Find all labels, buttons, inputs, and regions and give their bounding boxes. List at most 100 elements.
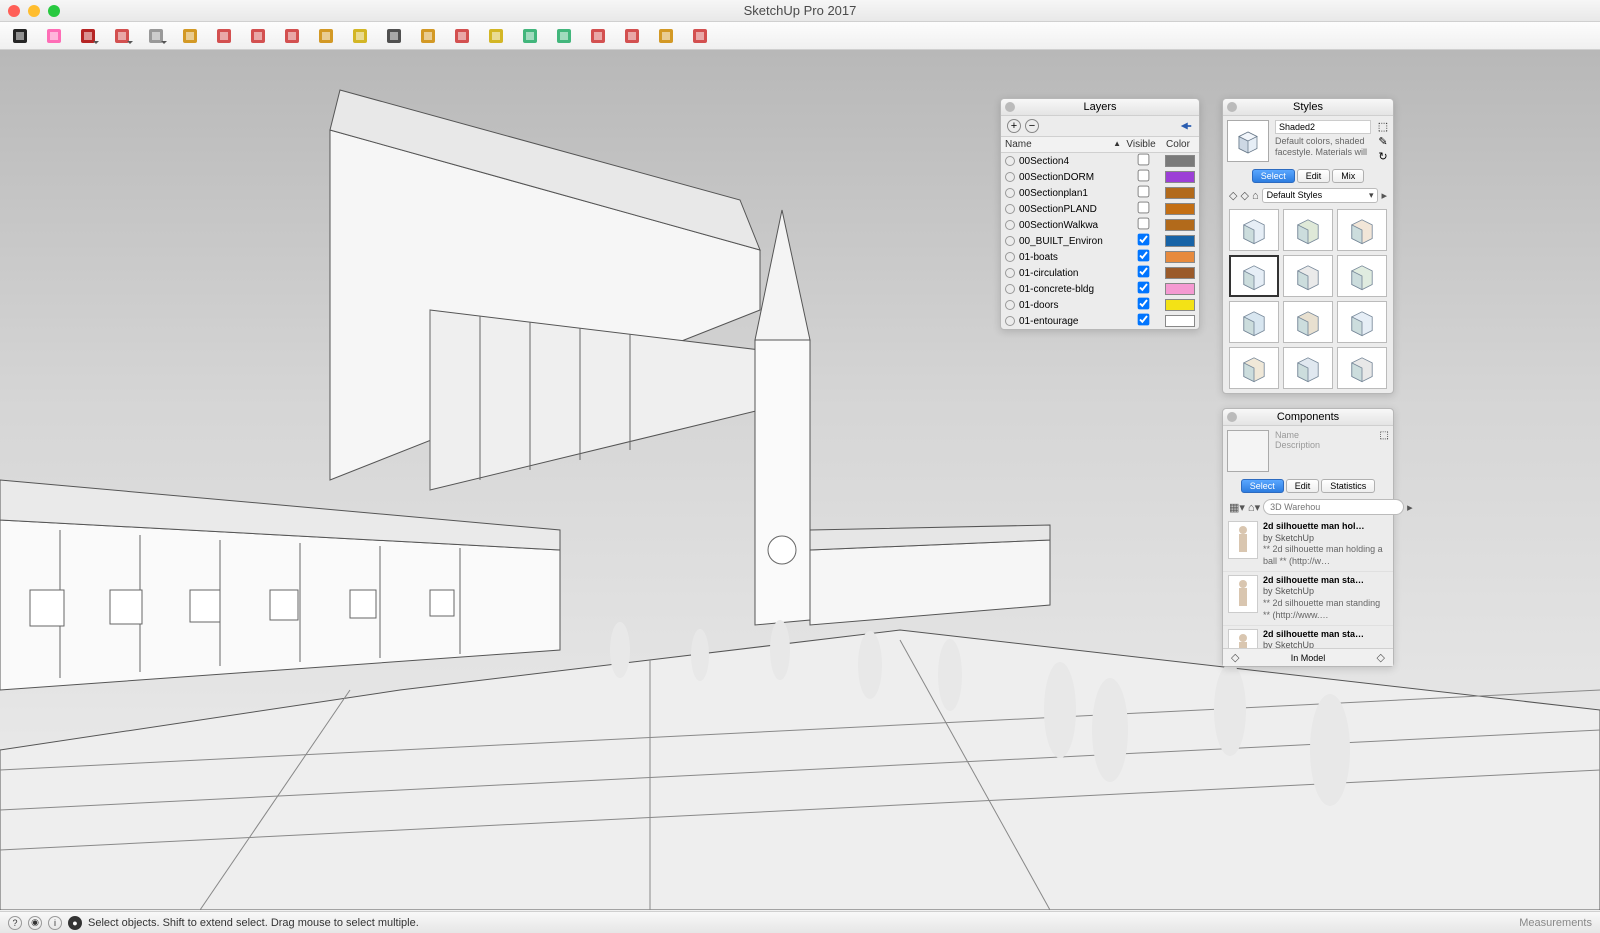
- layer-visible-checkbox[interactable]: [1137, 234, 1149, 246]
- styles-panel-title[interactable]: Styles: [1223, 99, 1393, 116]
- layer-radio[interactable]: [1005, 300, 1015, 310]
- layer-radio[interactable]: [1005, 204, 1015, 214]
- style-thumb[interactable]: [1229, 301, 1279, 343]
- layer-color-swatch[interactable]: [1165, 267, 1195, 279]
- styles-tab-select[interactable]: Select: [1252, 169, 1295, 183]
- layer-name[interactable]: 00SectionPLAND: [1019, 204, 1123, 215]
- layer-row[interactable]: 00SectionPLAND: [1001, 201, 1199, 217]
- layer-name[interactable]: 00_BUILT_Environ: [1019, 236, 1123, 247]
- layer-color-swatch[interactable]: [1165, 219, 1195, 231]
- style-thumb[interactable]: [1337, 255, 1387, 297]
- style-thumb[interactable]: [1283, 209, 1333, 251]
- layer-visible-checkbox[interactable]: [1137, 218, 1149, 230]
- geo-icon[interactable]: ●: [68, 916, 82, 930]
- style-new-icon[interactable]: ✎: [1377, 135, 1389, 147]
- comp-next-icon[interactable]: ◇: [1377, 651, 1385, 664]
- layer-radio[interactable]: [1005, 236, 1015, 246]
- layer-radio[interactable]: [1005, 188, 1015, 198]
- layer-color-swatch[interactable]: [1165, 251, 1195, 263]
- style-update-icon[interactable]: ⬚: [1377, 120, 1389, 132]
- layer-radio[interactable]: [1005, 172, 1015, 182]
- layer-visible-checkbox[interactable]: [1137, 266, 1149, 278]
- comp-prev-icon[interactable]: ◇: [1231, 651, 1239, 664]
- comp-view-icon[interactable]: ▦▾: [1229, 501, 1245, 514]
- extension-mgr-tool[interactable]: [688, 24, 712, 48]
- components-tab-select[interactable]: Select: [1241, 479, 1284, 493]
- layer-visible-checkbox[interactable]: [1137, 250, 1149, 262]
- paint-tool[interactable]: [416, 24, 440, 48]
- style-thumb[interactable]: [1283, 301, 1333, 343]
- layer-name[interactable]: 00SectionWalkwa: [1019, 220, 1123, 231]
- user-icon[interactable]: ◉: [28, 916, 42, 930]
- select-tool[interactable]: [8, 24, 32, 48]
- panel-close-icon[interactable]: [1227, 102, 1237, 112]
- pan-tool[interactable]: [484, 24, 508, 48]
- add-layer-button[interactable]: +: [1007, 119, 1021, 133]
- layer-name[interactable]: 01-concrete-bldg: [1019, 284, 1123, 295]
- layers-panel-title[interactable]: Layers: [1001, 99, 1199, 116]
- rectangle-tool[interactable]: [144, 24, 168, 48]
- zoom-extents-tool[interactable]: [552, 24, 576, 48]
- layers-panel[interactable]: Layers + − Name ▲ Visible Color 00Sectio…: [1000, 98, 1200, 330]
- warehouse-tool[interactable]: [586, 24, 610, 48]
- style-thumb[interactable]: [1229, 255, 1279, 297]
- layers-col-visible[interactable]: Visible: [1121, 139, 1161, 150]
- style-menu-icon[interactable]: ▸: [1381, 189, 1387, 202]
- layer-color-swatch[interactable]: [1165, 187, 1195, 199]
- layer-row[interactable]: 01-boats: [1001, 249, 1199, 265]
- layer-color-swatch[interactable]: [1165, 315, 1195, 327]
- layer-color-swatch[interactable]: [1165, 171, 1195, 183]
- layer-color-swatch[interactable]: [1165, 299, 1195, 311]
- layer-row[interactable]: 00_BUILT_Environ: [1001, 233, 1199, 249]
- layer-radio[interactable]: [1005, 284, 1015, 294]
- home-icon[interactable]: ⌂: [1252, 190, 1259, 202]
- rotate-tool[interactable]: [280, 24, 304, 48]
- component-item[interactable]: 2d silhouette man hol…by SketchUp** 2d s…: [1223, 518, 1393, 572]
- layer-row[interactable]: 00Section4: [1001, 153, 1199, 169]
- layer-visible-checkbox[interactable]: [1137, 154, 1149, 166]
- style-thumb[interactable]: [1283, 255, 1333, 297]
- style-thumb[interactable]: [1229, 347, 1279, 389]
- nav-back-icon[interactable]: ◇: [1229, 189, 1237, 202]
- style-collection-select[interactable]: Default Styles: [1262, 188, 1379, 203]
- style-thumb[interactable]: [1283, 347, 1333, 389]
- layer-radio[interactable]: [1005, 220, 1015, 230]
- layer-color-swatch[interactable]: [1165, 155, 1195, 167]
- maximize-icon[interactable]: [48, 5, 60, 17]
- arc-tool[interactable]: [110, 24, 134, 48]
- component-pin-icon[interactable]: ⬚: [1380, 430, 1389, 472]
- style-refresh-icon[interactable]: ↻: [1377, 150, 1389, 162]
- layers-col-color[interactable]: Color: [1161, 139, 1195, 150]
- component-item[interactable]: 2d silhouette man sta…by SketchUp** 2d s…: [1223, 626, 1393, 649]
- pencil-tool[interactable]: [76, 24, 100, 48]
- push-pull-tool[interactable]: [178, 24, 202, 48]
- styles-panel[interactable]: Styles Shaded2 Default colors, shaded fa…: [1222, 98, 1394, 394]
- components-tab-edit[interactable]: Edit: [1286, 479, 1320, 493]
- zoom-tool[interactable]: [518, 24, 542, 48]
- minimize-icon[interactable]: [28, 5, 40, 17]
- eraser-tool[interactable]: [42, 24, 66, 48]
- layer-row[interactable]: 00Sectionplan1: [1001, 185, 1199, 201]
- layer-radio[interactable]: [1005, 156, 1015, 166]
- layer-visible-checkbox[interactable]: [1137, 202, 1149, 214]
- panel-close-icon[interactable]: [1227, 412, 1237, 422]
- styles-tab-edit[interactable]: Edit: [1297, 169, 1331, 183]
- layer-name[interactable]: 01-entourage: [1019, 316, 1123, 327]
- tape-tool[interactable]: [348, 24, 372, 48]
- layer-name[interactable]: 01-circulation: [1019, 268, 1123, 279]
- style-thumb[interactable]: [1337, 209, 1387, 251]
- layer-row[interactable]: 00SectionDORM: [1001, 169, 1199, 185]
- layer-visible-checkbox[interactable]: [1137, 170, 1149, 182]
- layers-col-name[interactable]: Name: [1005, 139, 1113, 150]
- layer-row[interactable]: 01-concrete-bldg: [1001, 281, 1199, 297]
- layer-name[interactable]: 01-doors: [1019, 300, 1123, 311]
- layer-radio[interactable]: [1005, 268, 1015, 278]
- layer-radio[interactable]: [1005, 252, 1015, 262]
- help-icon[interactable]: ?: [8, 916, 22, 930]
- layer-name[interactable]: 00Section4: [1019, 156, 1123, 167]
- comp-home-icon[interactable]: ⌂▾: [1248, 501, 1260, 514]
- layer-row[interactable]: 01-circulation: [1001, 265, 1199, 281]
- offset-tool[interactable]: [212, 24, 236, 48]
- layer-visible-checkbox[interactable]: [1137, 298, 1149, 310]
- remove-layer-button[interactable]: −: [1025, 119, 1039, 133]
